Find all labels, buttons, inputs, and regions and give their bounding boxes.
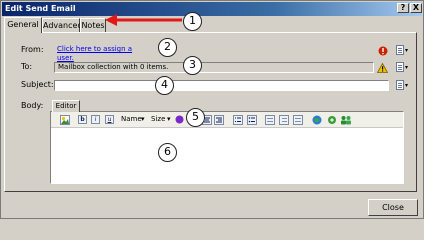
close-button[interactable]: Close (368, 199, 418, 216)
align-right-icon[interactable] (214, 115, 224, 125)
insert-image-icon[interactable] (60, 115, 70, 125)
body-label: Body: (21, 101, 44, 110)
help-button[interactable]: ? (397, 3, 409, 13)
to-field[interactable]: Mailbox collection with 0 items. (54, 62, 374, 73)
body-editor[interactable]: b i u Name ▾ Size ▾ (50, 111, 404, 184)
assign-user-link[interactable]: Click here to assign a user. (57, 45, 132, 62)
callout-2: 2 (158, 38, 177, 57)
callout-3: 3 (183, 56, 202, 75)
from-chevron-down-icon[interactable]: ▾ (405, 47, 408, 54)
font-name-dropdown[interactable]: Name (121, 115, 142, 124)
font-size-dropdown[interactable]: Size (151, 115, 165, 124)
underline-button[interactable]: u (105, 115, 114, 124)
font-name-chevron-down-icon[interactable]: ▾ (141, 115, 145, 124)
to-chevron-down-icon[interactable]: ▾ (405, 64, 408, 71)
window-close-button[interactable]: X (410, 3, 422, 13)
font-color-icon[interactable] (175, 115, 184, 124)
from-expression-icon[interactable] (396, 45, 404, 55)
callout-6: 6 (158, 143, 177, 162)
subject-chevron-down-icon[interactable]: ▾ (405, 82, 408, 89)
edit-send-email-dialog: Edit Send Email ? X General Advanced Not… (0, 0, 424, 219)
tab-editor[interactable]: Editor (52, 100, 80, 112)
callout-4: 4 (155, 76, 174, 95)
italic-button[interactable]: i (91, 115, 100, 124)
from-field: Click here to assign a user. (54, 45, 140, 62)
subject-label: Subject: (21, 80, 54, 89)
to-expression-icon[interactable] (396, 62, 404, 72)
tab-general[interactable]: General (4, 17, 42, 33)
insert-field-icon[interactable] (327, 115, 337, 125)
callout-1: 1 (183, 12, 202, 31)
window-title: Edit Send Email (5, 4, 76, 13)
error-icon (378, 46, 388, 56)
tab-notes[interactable]: Notes (80, 18, 106, 32)
bulleted-list-icon[interactable] (247, 115, 257, 125)
outdent-icon[interactable] (265, 115, 275, 125)
warning-icon (377, 63, 388, 73)
subject-input[interactable] (54, 80, 389, 91)
to-value: Mailbox collection with 0 items. (58, 63, 169, 71)
numbered-list-icon[interactable] (233, 115, 243, 125)
subject-expression-icon[interactable] (396, 80, 404, 90)
users-icon[interactable] (340, 115, 352, 125)
callout-5: 5 (186, 108, 205, 127)
bold-button[interactable]: b (78, 115, 87, 124)
tab-advanced[interactable]: Advanced (42, 18, 83, 32)
title-bar: Edit Send Email (2, 2, 422, 16)
editor-toolbar: b i u Name ▾ Size ▾ (51, 112, 403, 128)
from-label: From: (21, 45, 44, 54)
globe-link-icon[interactable] (312, 115, 322, 125)
indent-icon[interactable] (279, 115, 289, 125)
annotation-arrow (105, 14, 182, 26)
font-size-chevron-down-icon[interactable]: ▾ (167, 115, 171, 124)
justify-icon[interactable] (293, 115, 303, 125)
to-label: To: (21, 62, 33, 71)
